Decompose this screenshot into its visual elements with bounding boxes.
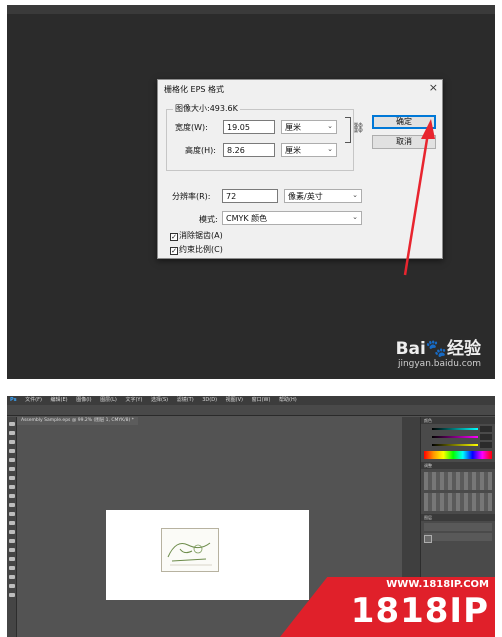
tool-icon[interactable] bbox=[9, 566, 15, 570]
tool-icon[interactable] bbox=[9, 458, 15, 462]
artwork-sketch bbox=[167, 542, 212, 566]
1818ip-brand: 1818IP bbox=[350, 591, 489, 631]
tool-icon[interactable] bbox=[9, 557, 15, 561]
photoshop-screenshot-panel: Ps 文件(F) 编辑(E) 图像(I) 图层(L) 文字(Y) 选择(S) 滤… bbox=[7, 396, 495, 637]
layer-row[interactable] bbox=[424, 523, 492, 531]
menu-help[interactable]: 帮助(H) bbox=[279, 397, 297, 403]
tool-icon[interactable] bbox=[9, 584, 15, 588]
menu-file[interactable]: 文件(F) bbox=[25, 397, 42, 403]
adjustments-panel-tab[interactable]: 调整 bbox=[421, 462, 495, 469]
tool-icon[interactable] bbox=[9, 521, 15, 525]
jingyan-text: 经验 bbox=[447, 339, 481, 359]
color-spectrum[interactable] bbox=[424, 451, 492, 459]
tool-icon[interactable] bbox=[9, 422, 15, 426]
ps-document-tab[interactable]: Assembly Sample.eps @ 99.2% (图层 1, CMYK/… bbox=[17, 417, 138, 425]
ps-menubar: Ps 文件(F) 编辑(E) 图像(I) 图层(L) 文字(Y) 选择(S) 滤… bbox=[7, 396, 495, 405]
tool-icon[interactable] bbox=[9, 503, 15, 507]
layer-row[interactable] bbox=[424, 535, 432, 543]
ps-logo: Ps bbox=[10, 397, 17, 403]
tool-icon[interactable] bbox=[9, 431, 15, 435]
annotation-arrow bbox=[403, 119, 435, 276]
paw-icon: 🐾 bbox=[425, 339, 447, 359]
1818ip-url: WWW.1818IP.COM bbox=[386, 579, 489, 590]
tool-icon[interactable] bbox=[9, 485, 15, 489]
menu-type[interactable]: 文字(Y) bbox=[125, 397, 142, 403]
menu-filter[interactable]: 滤镜(T) bbox=[177, 397, 194, 403]
rasterize-screenshot-panel: 栅格化 EPS 格式 × 图像大小:493.6K 宽度(W): 19.05 厘米… bbox=[7, 5, 495, 379]
layers-panel-tab[interactable]: 图层 bbox=[421, 514, 495, 521]
tool-icon[interactable] bbox=[9, 539, 15, 543]
tool-icon[interactable] bbox=[9, 449, 15, 453]
baidu-jingyan-watermark: Bai🐾经验 jingyan.baidu.com bbox=[396, 334, 481, 369]
menu-select[interactable]: 选择(S) bbox=[151, 397, 168, 403]
menu-image[interactable]: 图像(I) bbox=[76, 397, 91, 403]
adjustment-icons[interactable] bbox=[424, 472, 492, 490]
tool-icon[interactable] bbox=[9, 494, 15, 498]
adjustment-icons[interactable] bbox=[424, 493, 492, 511]
tool-icon[interactable] bbox=[9, 467, 15, 471]
menu-layer[interactable]: 图层(L) bbox=[100, 397, 117, 403]
tool-icon[interactable] bbox=[9, 548, 15, 552]
color-panel-tab[interactable]: 颜色 bbox=[421, 417, 495, 424]
ps-document-canvas[interactable] bbox=[106, 510, 309, 600]
tool-icon[interactable] bbox=[9, 530, 15, 534]
ps-toolbar[interactable] bbox=[7, 417, 17, 637]
tool-icon[interactable] bbox=[9, 512, 15, 516]
tool-icon[interactable] bbox=[9, 575, 15, 579]
menu-view[interactable]: 视图(V) bbox=[226, 397, 243, 403]
menu-window[interactable]: 窗口(W) bbox=[252, 397, 271, 403]
tool-icon[interactable] bbox=[9, 593, 15, 597]
color-slider[interactable] bbox=[424, 434, 492, 440]
menu-3d[interactable]: 3D(D) bbox=[202, 397, 217, 403]
tool-icon[interactable] bbox=[9, 440, 15, 444]
color-slider[interactable] bbox=[424, 426, 492, 432]
baidu-url: jingyan.baidu.com bbox=[397, 359, 481, 369]
baidu-logo-text: Bai bbox=[395, 339, 426, 359]
color-slider[interactable] bbox=[424, 442, 492, 448]
layer-row[interactable] bbox=[424, 533, 492, 541]
tool-icon[interactable] bbox=[9, 476, 15, 480]
menu-edit[interactable]: 编辑(E) bbox=[51, 397, 68, 403]
eps-artwork-image bbox=[161, 528, 219, 572]
ps-options-bar bbox=[7, 405, 495, 416]
